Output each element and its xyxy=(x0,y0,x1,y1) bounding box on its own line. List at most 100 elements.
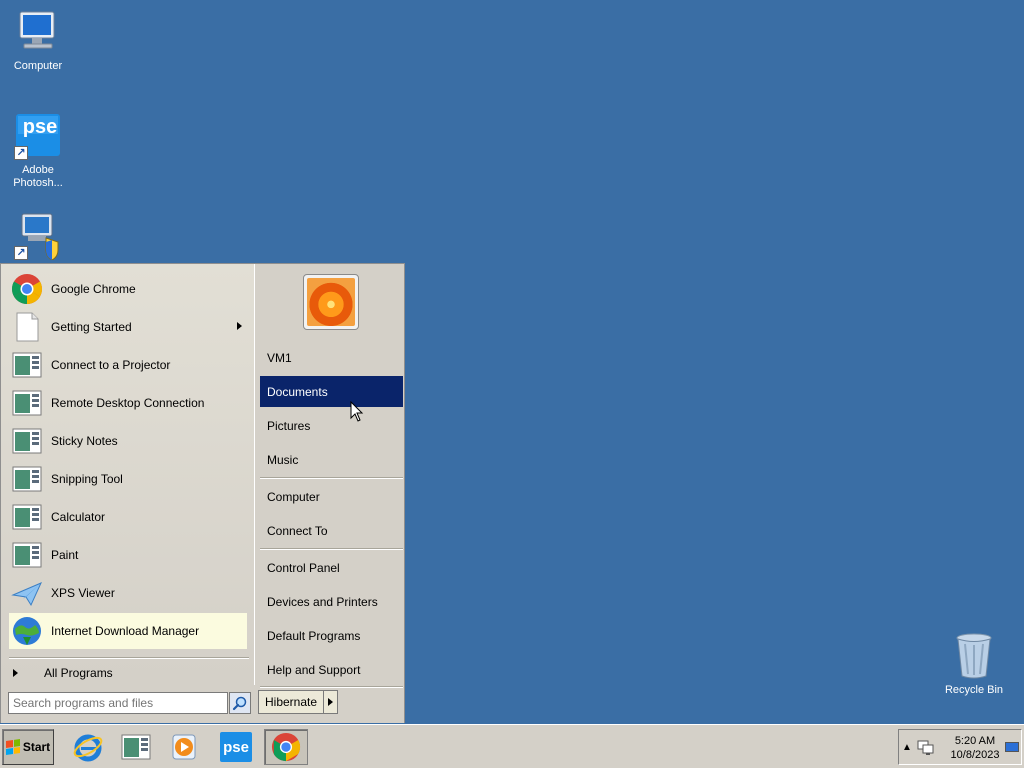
network-icon[interactable] xyxy=(917,739,935,755)
program-label: Snipping Tool xyxy=(51,472,123,486)
start-button[interactable]: Start xyxy=(2,729,54,765)
user-avatar[interactable] xyxy=(303,274,359,330)
taskbar-app-window[interactable] xyxy=(114,729,158,765)
app-window-icon xyxy=(11,463,43,495)
desktop-icon-label: Computer xyxy=(13,60,63,72)
place-label: Computer xyxy=(267,489,320,504)
place-pictures[interactable]: Pictures xyxy=(260,410,403,441)
program-calculator[interactable]: Calculator xyxy=(9,499,247,535)
separator xyxy=(9,657,249,659)
shortcut-arrow-icon: ↗ xyxy=(14,146,28,160)
program-internet-download-manager[interactable]: Internet Download Manager xyxy=(9,613,247,649)
chrome-icon xyxy=(271,732,301,762)
place-label: VM1 xyxy=(267,350,292,365)
program-xps-viewer[interactable]: XPS Viewer xyxy=(9,575,247,611)
program-google-chrome[interactable]: Google Chrome xyxy=(9,271,247,307)
app-window-icon xyxy=(121,734,151,760)
start-menu-places-pane: VM1 Documents Pictures Music Computer Co… xyxy=(256,264,404,724)
program-label: Google Chrome xyxy=(51,282,136,296)
place-documents[interactable]: Documents xyxy=(260,376,403,407)
program-label: XPS Viewer xyxy=(51,586,115,600)
separator xyxy=(260,477,403,479)
start-menu-programs-pane: Google Chrome Getting Started Connect to… xyxy=(1,264,255,685)
chrome-icon xyxy=(11,273,43,305)
search-row xyxy=(1,688,255,722)
program-connect-projector[interactable]: Connect to a Projector xyxy=(9,347,247,383)
photoshop-badge: pse xyxy=(223,738,249,756)
place-vm1[interactable]: VM1 xyxy=(260,342,403,373)
show-desktop-button[interactable] xyxy=(1005,742,1019,752)
desktop-icon-computer[interactable]: Computer xyxy=(0,8,76,73)
place-label: Help and Support xyxy=(267,662,361,677)
place-label: Music xyxy=(267,452,299,467)
clock[interactable]: 5:20 AM 10/8/2023 xyxy=(947,734,1003,762)
place-connect-to[interactable]: Connect To xyxy=(260,515,403,546)
desktop-icon-recycle-bin[interactable]: Recycle Bin xyxy=(936,632,1012,697)
globe-download-icon xyxy=(11,615,43,647)
program-label: Paint xyxy=(51,548,79,562)
internet-explorer-icon xyxy=(73,734,103,762)
mouse-cursor-icon xyxy=(350,401,364,422)
program-label: Connect to a Projector xyxy=(51,358,171,372)
hibernate-button[interactable]: Hibernate xyxy=(258,690,324,714)
chevron-right-icon xyxy=(328,698,333,706)
program-getting-started[interactable]: Getting Started xyxy=(9,309,247,345)
taskbar-internet-explorer[interactable] xyxy=(66,729,110,765)
place-help-support[interactable]: Help and Support xyxy=(260,654,403,685)
recycle-bin-icon xyxy=(950,632,998,680)
taskbar: Start pse ▲ 5:20 AM 10/8/2023 xyxy=(0,724,1024,768)
desktop-icon-label: Recycle Bin xyxy=(944,684,1004,696)
place-music[interactable]: Music xyxy=(260,444,403,475)
power-options-button[interactable] xyxy=(324,690,338,714)
expand-arrow-icon xyxy=(13,669,18,677)
flower-picture xyxy=(307,278,355,326)
app-window-icon xyxy=(11,501,43,533)
search-button[interactable] xyxy=(229,692,251,714)
place-computer[interactable]: Computer xyxy=(260,481,403,512)
program-snipping-tool[interactable]: Snipping Tool xyxy=(9,461,247,497)
show-hidden-icons-button[interactable]: ▲ xyxy=(899,742,915,753)
place-default-programs[interactable]: Default Programs xyxy=(260,620,403,651)
submenu-arrow-icon xyxy=(237,322,242,330)
app-window-icon xyxy=(11,539,43,571)
desktop-icon-photoshop[interactable]: pse ↗ Adobe Photosh... xyxy=(0,112,76,190)
program-remote-desktop[interactable]: Remote Desktop Connection xyxy=(9,385,247,421)
separator xyxy=(260,686,403,688)
desktop-icon-label: Adobe Photosh... xyxy=(13,164,63,189)
start-menu: Google Chrome Getting Started Connect to… xyxy=(0,263,405,723)
taskbar-google-chrome[interactable] xyxy=(264,729,308,765)
app-window-icon xyxy=(11,387,43,419)
search-input[interactable] xyxy=(8,692,228,714)
clock-time: 5:20 AM xyxy=(954,735,996,747)
all-programs-button[interactable]: All Programs xyxy=(9,663,249,683)
paper-plane-icon xyxy=(11,577,43,609)
place-label: Pictures xyxy=(267,418,311,433)
taskbar-photoshop-elements[interactable]: pse xyxy=(214,729,258,765)
monitor-shield-icon: ↗ xyxy=(14,212,62,261)
place-label: Documents xyxy=(267,384,328,399)
separator xyxy=(260,548,403,550)
program-sticky-notes[interactable]: Sticky Notes xyxy=(9,423,247,459)
program-label: Getting Started xyxy=(51,320,132,334)
place-label: Devices and Printers xyxy=(267,594,378,609)
place-control-panel[interactable]: Control Panel xyxy=(260,552,403,583)
place-label: Default Programs xyxy=(267,628,361,643)
app-window-icon xyxy=(11,349,43,381)
place-devices-printers[interactable]: Devices and Printers xyxy=(260,586,403,617)
app-window-icon xyxy=(11,425,43,457)
photoshop-elements-icon: pse ↗ xyxy=(14,112,62,160)
program-paint[interactable]: Paint xyxy=(9,537,247,573)
program-label: Internet Download Manager xyxy=(51,624,200,638)
program-label: Remote Desktop Connection xyxy=(51,396,205,410)
program-label: Calculator xyxy=(51,510,106,524)
search-icon xyxy=(232,696,247,711)
desktop-icon-security-shortcut[interactable]: ↗ xyxy=(0,212,76,264)
taskbar-media-player[interactable] xyxy=(162,729,206,765)
place-label: Control Panel xyxy=(267,560,340,575)
place-label: Connect To xyxy=(267,523,328,538)
media-player-icon xyxy=(172,734,196,760)
all-programs-label: All Programs xyxy=(44,666,113,680)
document-icon xyxy=(11,311,43,343)
windows-logo-icon xyxy=(5,739,20,755)
photoshop-badge: pse xyxy=(22,116,58,138)
